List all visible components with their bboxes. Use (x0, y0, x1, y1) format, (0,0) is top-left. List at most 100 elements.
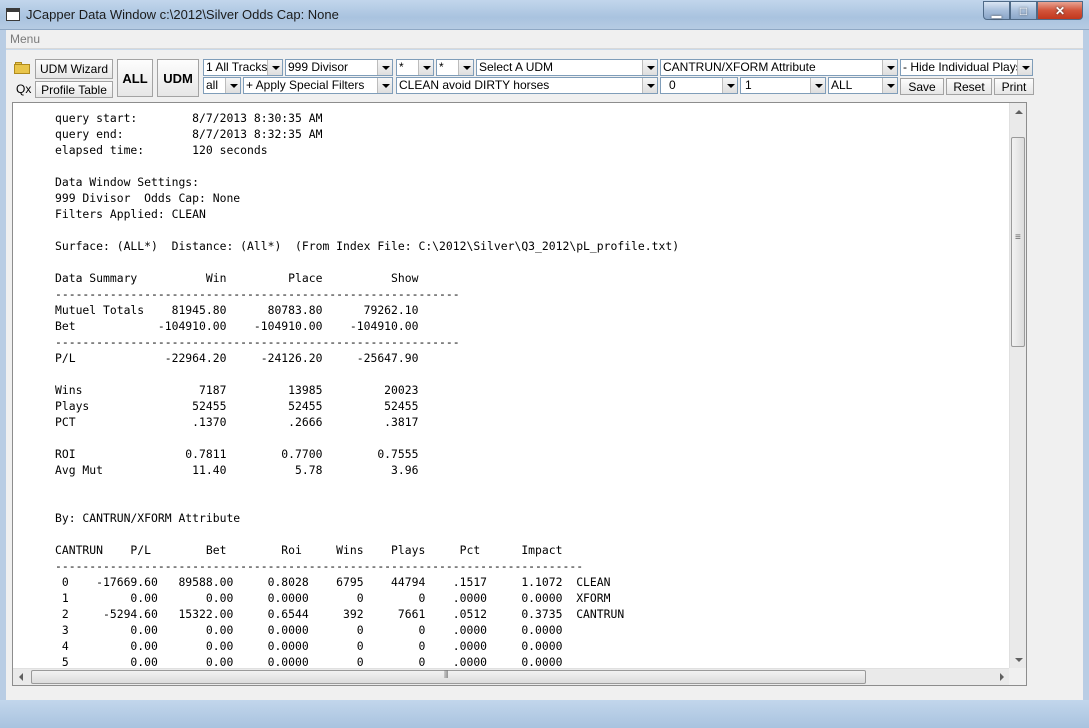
range-start-dropdown[interactable]: 0 (660, 77, 738, 94)
vertical-scroll-thumb[interactable] (1011, 137, 1025, 347)
report-line: Plays 52455 52455 52455 (55, 399, 419, 413)
report-line: By: CANTRUN/XFORM Attribute (55, 511, 241, 525)
print-button[interactable]: Print (994, 78, 1034, 95)
chevron-down-icon (377, 78, 392, 93)
report-line: 5 0.00 0.00 0.0000 0 0 .0000 0.0000 (55, 655, 563, 669)
title-bar[interactable]: JCapper Data Window c:\2012\Silver Odds … (0, 0, 1089, 30)
app-window-icon (6, 8, 20, 21)
close-icon: ✕ (1054, 3, 1066, 18)
report-line: Wins 7187 13985 20023 (55, 383, 419, 397)
all-lower-value: all (206, 78, 219, 92)
filter-star-dropdown-1[interactable]: * (396, 59, 434, 76)
profile-table-button[interactable]: Profile Table (35, 81, 113, 98)
scrollbar-corner (1009, 668, 1026, 685)
hide-plays-dropdown[interactable]: - Hide Individual Plays (900, 59, 1033, 76)
report-line: 1 0.00 0.00 0.0000 0 0 .0000 0.0000 XFOR… (55, 591, 611, 605)
report-line: Data Summary Win Place Show (55, 271, 419, 285)
clean-filter-value: CLEAN avoid DIRTY horses (399, 78, 550, 92)
report-line: Data Window Settings: (55, 175, 200, 189)
scroll-up-icon[interactable] (1010, 103, 1026, 120)
report-line: PCT .1370 .2666 .3817 (55, 415, 419, 429)
chevron-down-icon (642, 60, 657, 75)
window-controls: ▁ □ ✕ (983, 1, 1083, 20)
report-line: elapsed time: 120 seconds (55, 143, 268, 157)
report-line: ROI 0.7811 0.7700 0.7555 (55, 447, 419, 461)
report-line: 999 Divisor Odds Cap: None (55, 191, 241, 205)
special-filters-value: + Apply Special Filters (246, 78, 365, 92)
tracks-value: 1 All Tracks (206, 60, 268, 74)
divisor-value: 999 Divisor (288, 60, 349, 74)
scroll-left-icon[interactable] (13, 669, 30, 685)
horizontal-scroll-thumb[interactable] (31, 670, 866, 684)
report-line: query end: 8/7/2013 8:32:35 AM (55, 127, 323, 141)
chevron-down-icon (882, 60, 897, 75)
maximize-button[interactable]: □ (1010, 1, 1037, 20)
chevron-down-icon (1017, 60, 1032, 75)
horizontal-scrollbar[interactable] (13, 668, 1010, 685)
minimize-icon: ▁ (991, 3, 1002, 18)
report-line: Mutuel Totals 81945.80 80783.80 79262.10 (55, 303, 419, 317)
attribute-dropdown[interactable]: CANTRUN/XFORM Attribute (660, 59, 898, 76)
attribute-value: CANTRUN/XFORM Attribute (663, 60, 816, 74)
vertical-scrollbar[interactable] (1009, 103, 1026, 669)
report-line: Surface: (ALL*) Distance: (All*) (From I… (55, 239, 680, 253)
chevron-down-icon (882, 78, 897, 93)
window-frame-right (1083, 30, 1089, 700)
udm-wizard-button[interactable]: UDM Wizard (35, 59, 113, 79)
filter-star-value-1: * (399, 60, 404, 74)
qx-label[interactable]: Qx (16, 82, 31, 96)
hide-plays-value: - Hide Individual Plays (903, 60, 1022, 74)
report-line: 3 0.00 0.00 0.0000 0 0 .0000 0.0000 (55, 623, 563, 637)
chevron-down-icon (225, 78, 240, 93)
chevron-down-icon (458, 60, 473, 75)
menu-bar: Menu (6, 30, 1083, 49)
udm-button[interactable]: UDM (157, 59, 199, 97)
select-udm-dropdown[interactable]: Select A UDM (476, 59, 658, 76)
report-line: Bet -104910.00 -104910.00 -104910.00 (55, 319, 419, 333)
range-end-dropdown[interactable]: 1 (740, 77, 826, 94)
chevron-down-icon (642, 78, 657, 93)
minimize-button[interactable]: ▁ (983, 1, 1010, 20)
all-upper-dropdown[interactable]: ALL (828, 77, 898, 94)
report-line: P/L -22964.20 -24126.20 -25647.90 (55, 351, 419, 365)
report-line: 2 -5294.60 15322.00 0.6544 392 7661 .051… (55, 607, 625, 621)
chevron-down-icon (810, 78, 825, 93)
filter-star-dropdown-2[interactable]: * (436, 59, 474, 76)
chevron-down-icon (418, 60, 433, 75)
toolbar: Qx UDM Wizard Profile Table ALL UDM 1 Al… (6, 50, 1083, 100)
report-line: ----------------------------------------… (55, 287, 460, 301)
range-end-value: 1 (745, 78, 752, 92)
report-line: ----------------------------------------… (55, 559, 584, 573)
all-upper-value: ALL (831, 78, 853, 92)
window-title: JCapper Data Window c:\2012\Silver Odds … (26, 7, 339, 22)
reset-button[interactable]: Reset (946, 78, 992, 95)
folder-icon[interactable] (14, 62, 30, 74)
tracks-dropdown[interactable]: 1 All Tracks (203, 59, 283, 76)
all-lower-dropdown[interactable]: all (203, 77, 241, 94)
chevron-down-icon (267, 60, 282, 75)
filter-star-value-2: * (439, 60, 444, 74)
select-udm-value: Select A UDM (479, 60, 554, 74)
report-line: 0 -17669.60 89588.00 0.8028 6795 44794 .… (55, 575, 611, 589)
maximize-icon: □ (1019, 3, 1028, 18)
window-frame-bottom (0, 700, 1089, 728)
range-start-value: 0 (669, 78, 676, 92)
special-filters-dropdown[interactable]: + Apply Special Filters (243, 77, 393, 94)
close-button[interactable]: ✕ (1037, 1, 1083, 20)
scroll-down-icon[interactable] (1010, 652, 1026, 669)
clean-filter-dropdown[interactable]: CLEAN avoid DIRTY horses (396, 77, 658, 94)
report-line: query start: 8/7/2013 8:30:35 AM (55, 111, 323, 125)
report-line: 4 0.00 0.00 0.0000 0 0 .0000 0.0000 (55, 639, 563, 653)
all-button[interactable]: ALL (117, 59, 153, 97)
report-line: ----------------------------------------… (55, 335, 460, 349)
divisor-dropdown[interactable]: 999 Divisor (285, 59, 393, 76)
chevron-down-icon (722, 78, 737, 93)
report-line: Avg Mut 11.40 5.78 3.96 (55, 463, 419, 477)
report-line: Filters Applied: CLEAN (55, 207, 206, 221)
scroll-right-icon[interactable] (993, 669, 1010, 685)
chevron-down-icon (377, 60, 392, 75)
report-text-area[interactable]: query start: 8/7/2013 8:30:35 AM query e… (12, 102, 1027, 686)
menu-item-menu[interactable]: Menu (10, 32, 40, 46)
save-button[interactable]: Save (900, 78, 944, 95)
report-text: query start: 8/7/2013 8:30:35 AM query e… (55, 110, 679, 670)
